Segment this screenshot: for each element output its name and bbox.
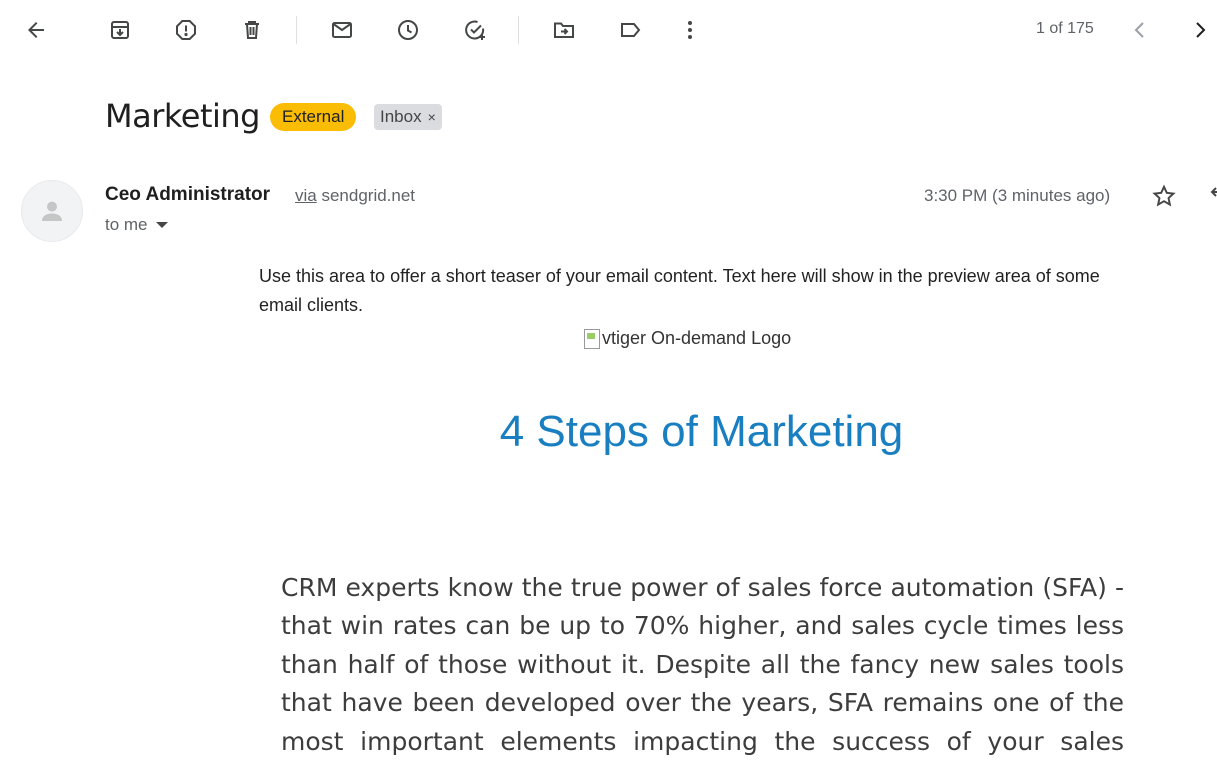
delete-icon[interactable] xyxy=(232,10,272,50)
reply-icon[interactable] xyxy=(1206,180,1217,212)
recipient-text: to me xyxy=(105,215,148,234)
label-icon[interactable] xyxy=(610,10,650,50)
add-task-icon[interactable] xyxy=(455,10,495,50)
logo-alt-text: vtiger On-demand Logo xyxy=(602,328,792,348)
avatar[interactable] xyxy=(21,180,83,242)
logo-image: vtiger On-demand Logo xyxy=(584,328,791,349)
snooze-icon[interactable] xyxy=(388,10,428,50)
more-vert-icon[interactable] xyxy=(670,10,710,50)
label-inbox-text: Inbox xyxy=(380,107,422,126)
label-inbox[interactable]: Inbox × xyxy=(374,104,442,130)
caret-down-icon[interactable] xyxy=(155,222,168,228)
recipient-details[interactable]: to me xyxy=(105,215,168,235)
broken-image-icon xyxy=(584,328,600,349)
email-headline: 4 Steps of Marketing xyxy=(499,407,904,456)
email-timestamp: 3:30 PM (3 minutes ago) xyxy=(924,186,1111,205)
email-teaser: Use this area to offer a short teaser of… xyxy=(259,266,1100,315)
move-to-icon[interactable] xyxy=(544,10,584,50)
archive-icon[interactable] xyxy=(100,10,140,50)
sender-via: via sendgrid.net xyxy=(295,186,415,206)
pager-count: 1 of 175 xyxy=(1036,20,1094,37)
toolbar-divider xyxy=(296,16,297,44)
chevron-left-icon[interactable] xyxy=(1120,10,1160,50)
label-external[interactable]: External xyxy=(270,103,357,131)
toolbar: 1 of 175 xyxy=(0,0,1217,60)
via-link[interactable]: via xyxy=(295,186,317,205)
email-paragraph: CRM experts know the true power of sales… xyxy=(281,573,1124,769)
mark-unread-icon[interactable] xyxy=(322,10,362,50)
back-arrow-icon[interactable] xyxy=(16,10,56,50)
toolbar-divider xyxy=(518,16,519,44)
email-view: 1 of 175 Marketing External Inbox × Ceo A… xyxy=(0,0,1217,769)
chevron-right-icon[interactable] xyxy=(1180,10,1217,50)
remove-label-icon[interactable]: × xyxy=(428,109,436,125)
sender-name[interactable]: Ceo Administrator xyxy=(105,184,270,206)
report-spam-icon[interactable] xyxy=(166,10,206,50)
email-subject: Marketing xyxy=(105,97,260,135)
star-icon[interactable] xyxy=(1148,180,1180,212)
person-icon xyxy=(42,201,62,221)
via-domain: sendgrid.net xyxy=(321,186,416,205)
